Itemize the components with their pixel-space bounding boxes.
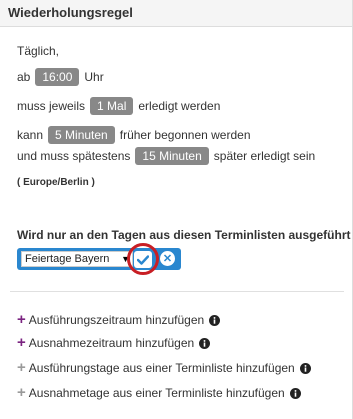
late-value[interactable]: 15 Minuten: [135, 147, 209, 165]
terminliste-select[interactable]: Feiertage Bayern ▼: [21, 251, 133, 267]
add-exception-days-link[interactable]: + Ausnahmetage aus einer Terminliste hin…: [17, 384, 301, 401]
early-prefix: kann: [17, 128, 44, 142]
plus-icon: +: [17, 311, 26, 328]
rule-daily: Täglich,: [17, 44, 60, 58]
info-icon[interactable]: [299, 362, 311, 374]
rule-time-line: ab 16:00 Uhr: [17, 68, 104, 86]
early-suffix: früher begonnen werden: [119, 128, 251, 142]
add-execution-days-label: Ausführungstage aus einer Terminliste hi…: [28, 361, 295, 375]
panel-header: Wiederholungsregel: [0, 0, 353, 27]
divider: [10, 291, 344, 292]
info-icon[interactable]: [289, 387, 301, 399]
timezone-label: ( Europe/Berlin ): [17, 177, 95, 188]
late-prefix: und muss spätestens: [17, 149, 131, 163]
count-prefix: muss jeweils: [17, 99, 86, 113]
rule-count-line: muss jeweils 1 Mal erledigt werden: [17, 97, 220, 115]
time-unit: Uhr: [84, 70, 104, 84]
add-exception-days-label: Ausnahmetage aus einer Terminliste hinzu…: [28, 386, 285, 400]
add-execution-period-link[interactable]: + Ausführungszeitraum hinzufügen: [17, 311, 221, 328]
add-execution-days-link[interactable]: + Ausführungstage aus einer Terminliste …: [17, 359, 311, 376]
info-icon[interactable]: [199, 337, 211, 349]
terminlisten-title: Wird nur an den Tagen aus diesen Terminl…: [17, 228, 351, 242]
from-label: ab: [17, 70, 31, 84]
plus-icon: +: [17, 384, 26, 401]
add-execution-period-label: Ausführungszeitraum hinzufügen: [28, 313, 205, 327]
panel-title: Wiederholungsregel: [8, 5, 133, 20]
late-suffix: später erledigt sein: [213, 149, 316, 163]
plus-icon: +: [17, 359, 26, 376]
count-suffix: erledigt werden: [138, 99, 221, 113]
info-icon[interactable]: [209, 314, 221, 326]
time-value[interactable]: 16:00: [35, 68, 80, 86]
early-value[interactable]: 5 Minuten: [48, 126, 115, 144]
close-icon[interactable]: ✕: [160, 251, 175, 266]
terminliste-selected: Feiertage Bayern: [25, 253, 110, 265]
rule-early-line: kann 5 Minuten früher begonnen werden: [17, 126, 251, 144]
plus-icon: +: [17, 334, 26, 351]
count-value[interactable]: 1 Mal: [90, 97, 134, 115]
highlight-ring: [127, 243, 159, 275]
remove-glyph: ✕: [162, 253, 173, 265]
add-exception-period-link[interactable]: + Ausnahmezeitraum hinzufügen: [17, 334, 211, 351]
rule-late-line: und muss spätestens 15 Minuten später er…: [17, 147, 315, 165]
add-exception-period-label: Ausnahmezeitraum hinzufügen: [28, 336, 195, 350]
